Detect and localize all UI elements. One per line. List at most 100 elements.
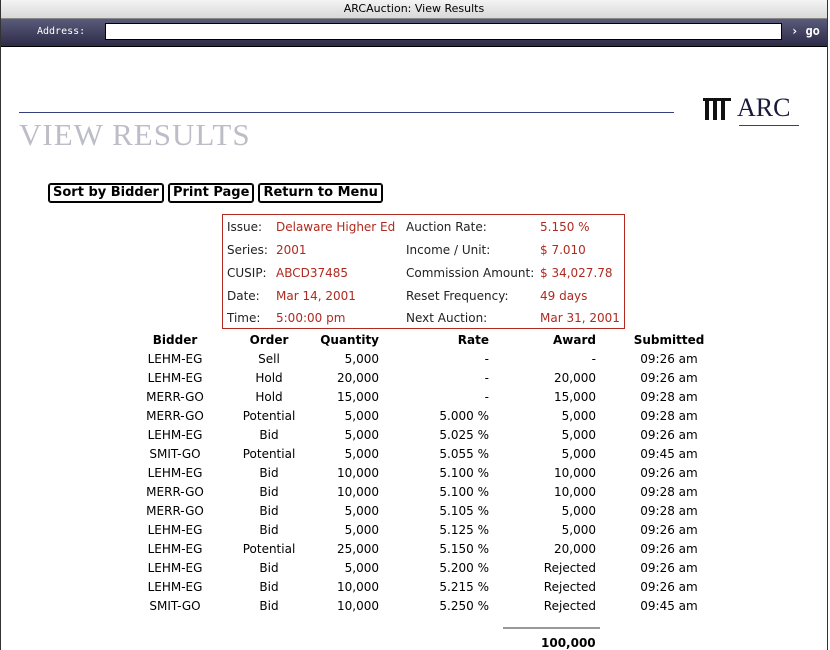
window-title: ARCAuction: View Results xyxy=(1,0,827,19)
cell-submitted: 09:26 am xyxy=(640,428,698,442)
cell-submitted: 09:28 am xyxy=(640,409,698,423)
cell-submitted: 09:26 am xyxy=(640,561,698,575)
cell-rate: 5.100 % xyxy=(439,485,489,499)
cell-quantity: 10,000 xyxy=(337,466,379,480)
cell-submitted: 09:45 am xyxy=(640,447,698,461)
cell-order: Bid xyxy=(259,599,279,613)
cell-bidder: LEHM-EG xyxy=(147,466,203,480)
sort-by-bidder-button[interactable]: Sort by Bidder xyxy=(48,183,164,203)
date-label: Date: xyxy=(227,289,260,303)
cell-bidder: SMIT-GO xyxy=(149,447,201,461)
address-input[interactable] xyxy=(105,23,782,40)
cell-order: Hold xyxy=(255,390,283,404)
return-to-menu-button[interactable]: Return to Menu xyxy=(258,183,383,203)
cell-award: 10,000 xyxy=(554,466,596,480)
cell-submitted: 09:28 am xyxy=(640,485,698,499)
column-header-order: Order xyxy=(249,333,289,347)
cell-rate: - xyxy=(484,390,489,404)
cell-rate: 5.025 % xyxy=(439,428,489,442)
cell-submitted: 09:45 am xyxy=(640,599,698,613)
cell-award: - xyxy=(591,352,596,366)
cell-bidder: LEHM-EG xyxy=(147,371,203,385)
cell-rate: - xyxy=(484,371,489,385)
cell-submitted: 09:26 am xyxy=(640,352,698,366)
income-label: Income / Unit: xyxy=(406,243,491,257)
column-header-rate: Rate xyxy=(457,333,489,347)
cell-submitted: 09:26 am xyxy=(640,580,698,594)
columns-icon xyxy=(703,96,731,120)
cell-order: Bid xyxy=(259,428,279,442)
cell-order: Potential xyxy=(242,447,296,461)
cell-quantity: 20,000 xyxy=(337,371,379,385)
cusip-label: CUSIP: xyxy=(227,266,267,280)
cell-quantity: 10,000 xyxy=(337,485,379,499)
cell-order: Hold xyxy=(255,371,283,385)
browser-window: ARCAuction: View Results Address: › go A… xyxy=(0,0,828,650)
cell-bidder: MERR-GO xyxy=(146,504,204,518)
cell-order: Bid xyxy=(259,561,279,575)
issue-value: Delaware Higher Ed xyxy=(276,220,396,234)
cell-rate: 5.250 % xyxy=(439,599,489,613)
cell-order: Bid xyxy=(259,466,279,480)
auction-rate-label: Auction Rate: xyxy=(406,220,487,234)
cell-award: Rejected xyxy=(543,580,596,594)
page-title: VIEW RESULTS xyxy=(19,117,251,152)
arc-logo: ARC xyxy=(703,95,799,126)
cell-award: 5,000 xyxy=(561,428,596,442)
commission-label: Commission Amount: xyxy=(406,266,535,280)
cell-rate: 5.000 % xyxy=(439,409,489,423)
cell-quantity: 5,000 xyxy=(344,447,379,461)
cell-quantity: 5,000 xyxy=(344,352,379,366)
award-total: 100,000 xyxy=(541,636,596,650)
cell-rate: 5.100 % xyxy=(439,466,489,480)
cell-quantity: 5,000 xyxy=(344,504,379,518)
cell-submitted: 09:26 am xyxy=(640,523,698,537)
series-value: 2001 xyxy=(276,243,307,257)
auction-info-panel: Issue: Delaware Higher Ed Auction Rate: … xyxy=(222,214,625,329)
reset-frequency-label: Reset Frequency: xyxy=(406,289,509,303)
cell-order: Potential xyxy=(242,542,296,556)
cell-quantity: 10,000 xyxy=(337,580,379,594)
column-header-bidder: Bidder xyxy=(152,333,198,347)
cell-quantity: 10,000 xyxy=(337,599,379,613)
cell-quantity: 5,000 xyxy=(344,523,379,537)
cell-order: Bid xyxy=(259,523,279,537)
column-header-submitted: Submitted xyxy=(633,333,705,347)
cell-award: Rejected xyxy=(543,561,596,575)
cell-quantity: 15,000 xyxy=(337,390,379,404)
cell-award: 5,000 xyxy=(561,447,596,461)
cell-order: Sell xyxy=(258,352,280,366)
cell-rate: 5.125 % xyxy=(439,523,489,537)
date-value: Mar 14, 2001 xyxy=(276,289,356,303)
cell-rate: 5.105 % xyxy=(439,504,489,518)
cell-order: Bid xyxy=(259,485,279,499)
cell-submitted: 09:26 am xyxy=(640,466,698,480)
address-label: Address: xyxy=(37,26,86,37)
issue-label: Issue: xyxy=(227,220,263,234)
cell-bidder: MERR-GO xyxy=(146,409,204,423)
cell-order: Potential xyxy=(242,409,296,423)
cell-quantity: 25,000 xyxy=(337,542,379,556)
cell-rate: 5.215 % xyxy=(439,580,489,594)
cell-award: Rejected xyxy=(543,599,596,613)
cell-bidder: LEHM-EG xyxy=(147,352,203,366)
cell-order: Bid xyxy=(259,504,279,518)
cell-bidder: LEHM-EG xyxy=(147,523,203,537)
cell-submitted: 09:28 am xyxy=(640,504,698,518)
go-button[interactable]: › go xyxy=(791,24,820,38)
toolbar: Sort by Bidder Print Page Return to Menu xyxy=(48,183,383,203)
cell-bidder: LEHM-EG xyxy=(147,428,203,442)
next-auction-label: Next Auction: xyxy=(406,311,488,325)
series-label: Series: xyxy=(227,243,268,257)
cell-bidder: LEHM-EG xyxy=(147,542,203,556)
cell-rate: 5.055 % xyxy=(439,447,489,461)
cell-submitted: 09:26 am xyxy=(640,371,698,385)
time-value: 5:00:00 pm xyxy=(276,311,346,325)
print-page-button[interactable]: Print Page xyxy=(167,183,255,203)
total-rule xyxy=(503,627,600,629)
cell-bidder: MERR-GO xyxy=(146,390,204,404)
cell-quantity: 5,000 xyxy=(344,561,379,575)
header-rule xyxy=(19,112,674,113)
cell-award: 10,000 xyxy=(554,485,596,499)
cell-submitted: 09:26 am xyxy=(640,542,698,556)
